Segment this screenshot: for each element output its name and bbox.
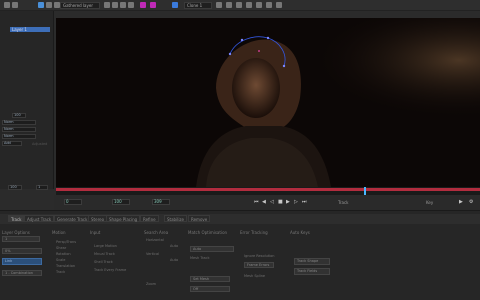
wave-icon[interactable]: [276, 2, 282, 8]
dot-icon-2[interactable]: [236, 2, 242, 8]
move-icon[interactable]: [46, 2, 52, 8]
blend-select-2[interactable]: Norm: [2, 127, 36, 132]
redo-icon[interactable]: [12, 2, 18, 8]
tab-bar: Track Adjust Track Generate Track Stereo…: [0, 214, 480, 224]
first-frame-icon[interactable]: ⏮: [254, 200, 259, 205]
prev-key-icon[interactable]: ◀: [262, 200, 266, 205]
frame-errors-field[interactable]: Frame Errors: [244, 262, 274, 268]
hand-icon[interactable]: [112, 2, 118, 8]
mesh-spline[interactable]: Mesh Spline: [244, 274, 265, 278]
circle-icon[interactable]: [120, 2, 126, 8]
match-select[interactable]: Auto: [190, 246, 234, 252]
eye-icon[interactable]: [216, 2, 222, 8]
search-auto[interactable]: Auto: [170, 244, 178, 248]
last-frame-icon[interactable]: ⏭: [302, 200, 307, 205]
value-field[interactable]: 100: [8, 185, 22, 190]
mesh-off-button[interactable]: Off: [190, 286, 230, 292]
tab-adjust-track[interactable]: Adjust Track: [24, 215, 55, 222]
track-forward-icon[interactable]: ▶: [459, 200, 463, 205]
input-shell-track[interactable]: Shell Track: [94, 260, 113, 264]
value-field-2[interactable]: 1: [36, 185, 48, 190]
tab-track[interactable]: Track: [8, 215, 25, 222]
layer-select[interactable]: Gathered layer: [60, 2, 100, 9]
select-arrow-icon[interactable]: [38, 2, 44, 8]
tab-remove[interactable]: Remove: [188, 215, 211, 222]
adjusted-label: Adjusted: [32, 142, 48, 146]
key-label: Key: [426, 200, 434, 205]
search-zoom[interactable]: Zoom: [146, 282, 156, 286]
blend-select[interactable]: Norm: [2, 120, 36, 125]
layer-options-select[interactable]: 1: [2, 236, 40, 242]
playhead[interactable]: [364, 187, 366, 195]
auto-keys-title: Auto Keys: [290, 230, 310, 235]
track-options-icon[interactable]: ⚙: [469, 200, 473, 205]
layer-options-title: Layer Options: [2, 230, 30, 235]
target-icon[interactable]: [256, 2, 262, 8]
playback-controls: 0 100 309 ⏮ ◀ ◁ ■ ▶ ▷ ⏭ Track Key ▶ ⚙: [54, 195, 480, 210]
layer-item-selected[interactable]: Layer 1: [10, 27, 50, 32]
view-select[interactable]: Clone 1: [184, 2, 212, 9]
timeline-track[interactable]: [56, 188, 480, 191]
toolbar: Gathered layer Clone 1: [0, 0, 480, 11]
video-frame: [56, 18, 480, 187]
match-title: Match Optimisation: [188, 230, 228, 235]
link-button[interactable]: Link: [2, 258, 42, 265]
motion-rotation[interactable]: Rotation: [56, 252, 71, 256]
ignore-resolution[interactable]: Ignore Resolution: [244, 254, 275, 258]
dot-icon[interactable]: [226, 2, 232, 8]
bezier-icon[interactable]: [128, 2, 134, 8]
motion-track[interactable]: Track: [56, 270, 65, 274]
tab-generate-track[interactable]: Generate Track: [54, 215, 91, 222]
current-frame-field[interactable]: 100: [112, 199, 130, 205]
frame-start-field[interactable]: 0: [64, 199, 82, 205]
opacity-field[interactable]: 100: [12, 113, 26, 118]
tab-stereo[interactable]: Stereo: [88, 215, 108, 222]
frame-end-field[interactable]: 309: [152, 199, 170, 205]
mesh-track-label[interactable]: Mesh Track: [190, 256, 210, 260]
track-icon[interactable]: [150, 2, 156, 8]
grid-icon[interactable]: [172, 2, 178, 8]
play-icon[interactable]: ▶: [286, 200, 290, 205]
layers-panel: Layer 1 100 Norm Norm Norm Add Adjusted …: [0, 11, 54, 190]
search-area-title: Search Area: [144, 230, 169, 235]
input-manual-track[interactable]: Mnual Track: [94, 252, 115, 256]
search-vertical[interactable]: Vertical: [146, 252, 159, 256]
prev-frame-icon[interactable]: ◁: [270, 200, 274, 205]
input-large-motion[interactable]: Large Motion: [94, 244, 117, 248]
input-title: Input: [90, 230, 101, 235]
input-every-frame[interactable]: Track Every Frame: [94, 268, 126, 272]
track-shape-button[interactable]: Track Shape: [294, 258, 330, 265]
tab-shape-placing[interactable]: Shape Placing: [106, 215, 141, 222]
track-fields-button[interactable]: Track Fields: [294, 268, 330, 275]
magnifier-icon[interactable]: [104, 2, 110, 8]
next-frame-icon[interactable]: ▷: [294, 200, 298, 205]
set-mesh-button[interactable]: Set Mesh: [190, 276, 230, 282]
transform-icon[interactable]: [266, 2, 272, 8]
combination-select[interactable]: 1 - Combination: [2, 270, 42, 276]
undo-icon[interactable]: [4, 2, 10, 8]
tab-refine[interactable]: Refine: [140, 215, 159, 222]
search-auto-2[interactable]: Auto: [170, 258, 178, 262]
mode-field[interactable]: Add: [2, 141, 22, 146]
stop-icon[interactable]: ■: [278, 200, 283, 205]
search-horizontal[interactable]: Horizontal: [146, 238, 164, 242]
motion-title: Motion: [52, 230, 66, 235]
mask-icon[interactable]: [140, 2, 146, 8]
tracking-title: Error Tracking: [240, 230, 268, 235]
track-label: Track: [338, 200, 349, 205]
motion-persp[interactable]: Persp/Trans: [56, 240, 76, 244]
timeline[interactable]: [56, 187, 480, 195]
motion-scale[interactable]: Scale: [56, 258, 65, 262]
motion-translation[interactable]: Translation: [56, 264, 75, 268]
image-viewer[interactable]: [56, 18, 480, 187]
blend-select-3[interactable]: Norm: [2, 134, 36, 139]
motion-shear[interactable]: Shear: [56, 246, 66, 250]
settings-icon[interactable]: [246, 2, 252, 8]
percent-field[interactable]: 0%: [2, 248, 42, 254]
tab-stabilize[interactable]: Stabilize: [164, 215, 187, 222]
